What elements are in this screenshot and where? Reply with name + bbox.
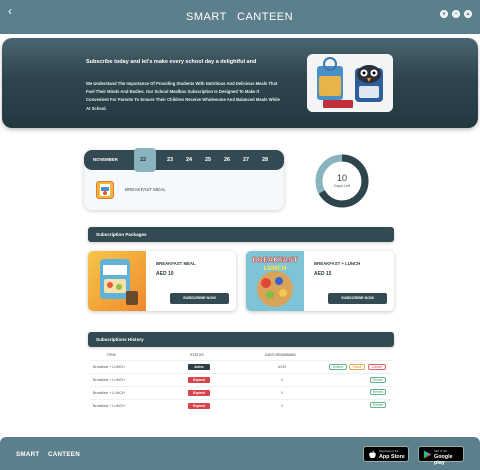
- day-27[interactable]: 27: [243, 157, 249, 163]
- history-item: Breakfast + LUNCH: [93, 391, 125, 395]
- subscribe-now-button[interactable]: SUBSCRIBE NOW: [170, 293, 229, 304]
- app-store-small-text: Download on the: [379, 450, 399, 453]
- history-item: Breakfast + LUNCH: [93, 404, 125, 408]
- hero-line: We Understand The Importance Of Providin…: [86, 81, 278, 86]
- days-remaining: 0: [281, 391, 283, 395]
- google-play-icon: [423, 450, 431, 459]
- hero-line: Fuel Their Minds And Bodies. Our School …: [86, 89, 260, 95]
- days-remaining: 5/125: [277, 365, 287, 369]
- days-remaining: 0: [281, 378, 283, 382]
- breakfast-package-image: [88, 251, 146, 311]
- footer-brand-canteen: CANTEEN: [48, 451, 81, 458]
- header-icons: ● ▪ ▲: [440, 10, 472, 18]
- google-play-text: Google play: [434, 454, 453, 466]
- days-left-value: 10: [336, 173, 347, 183]
- package-price: AED 10: [156, 271, 174, 277]
- day-23[interactable]: 23: [167, 157, 173, 163]
- package-price: AED 15: [314, 271, 332, 277]
- status-badge-expired: Expired: [188, 377, 210, 383]
- renew-button[interactable]: Renew: [370, 389, 386, 395]
- package-card-breakfast: BREAKFAST MEAL AED 10 SUBSCRIBE NOW: [88, 251, 236, 311]
- days-remaining: 0: [281, 404, 283, 408]
- image-caption-1: BREAKFAST: [252, 256, 298, 264]
- breakfast-thumbnail: [96, 181, 114, 199]
- column-status: STATUS: [190, 353, 204, 357]
- row-divider: [90, 373, 394, 374]
- hero-line: Convenient For Parents To Ensure Their C…: [86, 97, 280, 103]
- google-play-badge[interactable]: GET IT ON Google play: [418, 446, 464, 466]
- history-item: Breakfast + LUNCH: [93, 378, 125, 382]
- history-title: Subscriptions History: [96, 337, 144, 342]
- user-icon[interactable]: ●: [440, 10, 448, 18]
- status-badge-expired: Expired: [188, 403, 210, 409]
- days-left-label: Days Left: [333, 184, 351, 188]
- brand-canteen: CANTEEN: [237, 11, 294, 23]
- hero-description: We Understand The Importance Of Providin…: [86, 80, 301, 113]
- month-label: NOVEMBER: [93, 157, 118, 162]
- cart-icon[interactable]: ▪: [452, 10, 460, 18]
- package-card-breakfast-lunch: BREAKFAST LUNCH BREAKFAST + LUNCH AED 15…: [246, 251, 394, 311]
- footer-brand-smart: SMART: [16, 451, 40, 458]
- pause-button[interactable]: Pause: [349, 364, 365, 370]
- app-store-badge[interactable]: Download on the App Store: [363, 446, 409, 462]
- apple-icon: [369, 450, 376, 459]
- app-store-text: App Store: [379, 454, 405, 460]
- row-divider: [90, 386, 394, 387]
- hero-title: Subscribe today and let's make every sch…: [86, 59, 257, 65]
- meal-label: BREAKFAST MEAL: [125, 187, 166, 192]
- day-22[interactable]: 22: [140, 157, 146, 163]
- image-caption-2: LUNCH: [264, 265, 287, 272]
- breakfast-lunch-package-image: BREAKFAST LUNCH: [246, 251, 304, 311]
- extend-button[interactable]: Extend: [329, 364, 347, 370]
- column-item: ITEM: [107, 353, 116, 357]
- day-25[interactable]: 25: [205, 157, 211, 163]
- subscribe-now-button[interactable]: SUBSCRIBE NOW: [328, 293, 387, 304]
- row-divider: [90, 360, 394, 361]
- renew-button[interactable]: Renew: [370, 402, 386, 408]
- cancel-button[interactable]: Cancel: [368, 364, 386, 370]
- google-play-small-text: GET IT ON: [434, 450, 447, 453]
- renew-button[interactable]: Renew: [370, 377, 386, 383]
- package-name: BREAKFAST + LUNCH: [314, 261, 361, 266]
- packages-title: Subscription Packages: [96, 232, 147, 237]
- day-28[interactable]: 28: [262, 157, 268, 163]
- column-days-remaining: DAYS REMAINING: [265, 353, 296, 357]
- day-26[interactable]: 26: [224, 157, 230, 163]
- status-badge-expired: Expired: [188, 390, 210, 396]
- row-divider: [90, 399, 394, 400]
- package-name: BREAKFAST MEAL: [156, 261, 196, 266]
- status-badge-active: Active: [188, 364, 210, 370]
- profile-icon[interactable]: ▲: [464, 10, 472, 18]
- back-chevron-icon[interactable]: ‹: [8, 4, 12, 18]
- brand-smart: SMART: [186, 11, 227, 23]
- mealbox-image: [307, 54, 393, 112]
- history-item: Breakfast + LUNCH: [93, 365, 125, 369]
- day-24[interactable]: 24: [186, 157, 192, 163]
- hero-line: At School.: [86, 105, 107, 111]
